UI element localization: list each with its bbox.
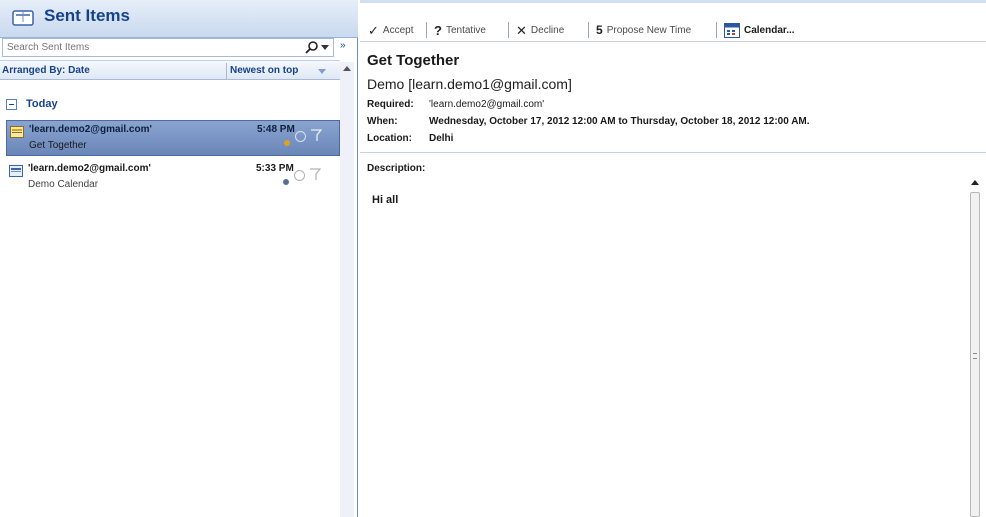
search-options-dropdown-icon[interactable] bbox=[321, 45, 329, 50]
scroll-up-icon[interactable] bbox=[971, 180, 979, 185]
search-input[interactable] bbox=[3, 39, 293, 56]
checkmark-icon: ✓ bbox=[368, 22, 379, 38]
meeting-subject: Get Together bbox=[367, 52, 460, 69]
propose-label: Propose New Time bbox=[606, 24, 692, 36]
decline-label: Decline bbox=[530, 24, 565, 36]
meeting-request-icon bbox=[9, 165, 23, 177]
when-label: When: bbox=[367, 116, 398, 127]
message-subject: Demo Calendar bbox=[28, 179, 99, 190]
description-label: Description: bbox=[367, 163, 426, 174]
reading-pane-scrollbar[interactable] bbox=[968, 176, 982, 517]
message-body[interactable]: Hi all bbox=[372, 194, 398, 206]
sent-folder-icon bbox=[12, 10, 34, 26]
search-icon[interactable] bbox=[305, 40, 319, 54]
message-list-item[interactable]: 'learn.demo2@gmail.com' Demo Calendar 5:… bbox=[6, 160, 340, 196]
meeting-response-toolbar: ✓ Accept ? Tentative ✕ Decline 5 Propose… bbox=[360, 18, 986, 42]
location-value: Delhi bbox=[429, 133, 454, 144]
x-icon: ✕ bbox=[516, 22, 527, 38]
arrange-bar[interactable]: Arranged By: Date Newest on top bbox=[0, 60, 340, 80]
message-list-scrollbar[interactable] bbox=[340, 62, 354, 517]
scrollbar-grip-icon bbox=[973, 353, 977, 359]
when-value: Wednesday, October 17, 2012 12:00 AM to … bbox=[429, 116, 810, 127]
search-box[interactable] bbox=[2, 38, 334, 57]
calendar-icon bbox=[724, 22, 740, 38]
meeting-organizer[interactable]: Demo [learn.demo1@gmail.com] bbox=[367, 76, 572, 92]
message-time: 5:48 PM bbox=[257, 124, 295, 135]
flag-icon[interactable] bbox=[310, 129, 322, 143]
toolbar-separator bbox=[508, 22, 509, 38]
tentative-button[interactable]: ? Tentative bbox=[434, 20, 486, 40]
reminder-bell-icon bbox=[283, 179, 289, 185]
expand-query-icon[interactable]: » bbox=[340, 40, 346, 51]
sort-order-label[interactable]: Newest on top bbox=[230, 65, 298, 76]
message-subject: Get Together bbox=[29, 140, 87, 151]
arranged-by-label[interactable]: Arranged By: Date bbox=[2, 65, 90, 76]
folder-pane: Sent Items » Arranged By: Date Newest on… bbox=[0, 0, 358, 517]
folder-header: Sent Items bbox=[0, 0, 358, 38]
required-label: Required: bbox=[367, 99, 414, 110]
category-icon[interactable] bbox=[294, 170, 305, 181]
toolbar-separator bbox=[588, 22, 589, 38]
meeting-request-icon bbox=[10, 126, 24, 138]
propose-new-time-button[interactable]: 5 Propose New Time bbox=[596, 20, 691, 40]
accept-button[interactable]: ✓ Accept bbox=[368, 20, 413, 40]
flag-icon[interactable] bbox=[309, 168, 321, 182]
message-time: 5:33 PM bbox=[256, 163, 294, 174]
message-sender: 'learn.demo2@gmail.com' bbox=[29, 124, 152, 135]
calendar-button[interactable]: Calendar... bbox=[724, 20, 795, 40]
reminder-bell-icon bbox=[284, 140, 290, 146]
message-sender: 'learn.demo2@gmail.com' bbox=[28, 163, 151, 174]
toolbar-separator bbox=[426, 22, 427, 38]
folder-title: Sent Items bbox=[44, 6, 130, 25]
scrollbar-thumb[interactable] bbox=[970, 192, 980, 517]
header-divider bbox=[360, 152, 986, 153]
propose-time-icon: 5 bbox=[596, 23, 603, 37]
required-value[interactable]: 'learn.demo2@gmail.com' bbox=[429, 99, 544, 110]
arrange-divider bbox=[226, 63, 227, 79]
collapse-group-icon[interactable] bbox=[6, 99, 17, 110]
toolbar-separator bbox=[716, 22, 717, 38]
decline-button[interactable]: ✕ Decline bbox=[516, 20, 564, 40]
message-list-item[interactable]: 'learn.demo2@gmail.com' Get Together 5:4… bbox=[6, 120, 340, 156]
location-label: Location: bbox=[367, 133, 412, 144]
category-icon[interactable] bbox=[295, 131, 306, 142]
tentative-label: Tentative bbox=[445, 24, 486, 36]
group-label: Today bbox=[26, 98, 58, 110]
scroll-up-icon[interactable] bbox=[343, 66, 351, 71]
accept-label: Accept bbox=[382, 24, 414, 36]
reading-pane: ✓ Accept ? Tentative ✕ Decline 5 Propose… bbox=[360, 0, 986, 517]
question-icon: ? bbox=[434, 22, 442, 38]
pane-top-border bbox=[360, 0, 986, 3]
sort-dropdown-icon[interactable] bbox=[318, 69, 326, 74]
calendar-label: Calendar... bbox=[744, 24, 795, 36]
